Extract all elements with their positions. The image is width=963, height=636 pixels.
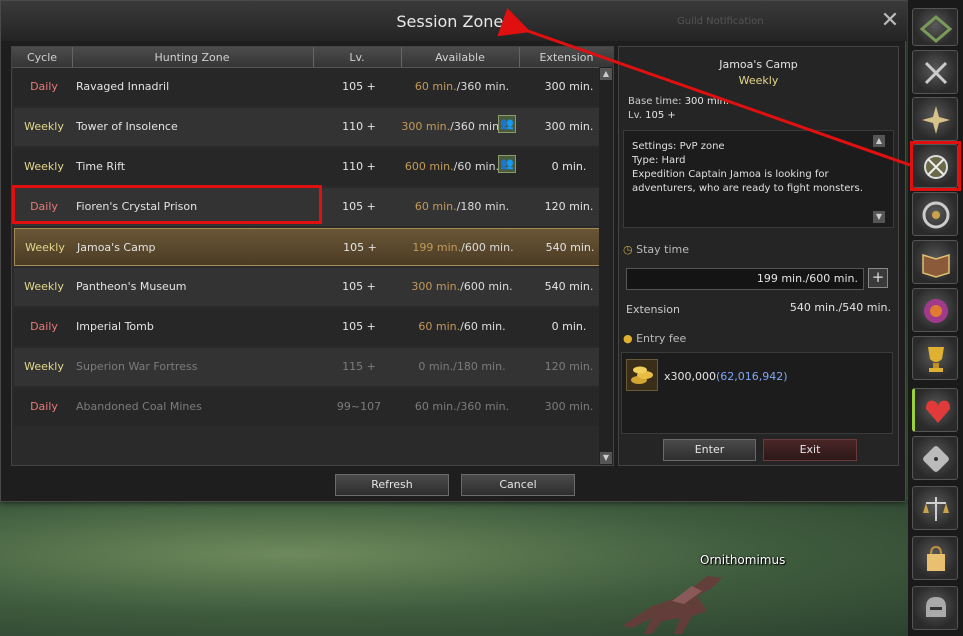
annotation-arrow <box>497 7 911 167</box>
